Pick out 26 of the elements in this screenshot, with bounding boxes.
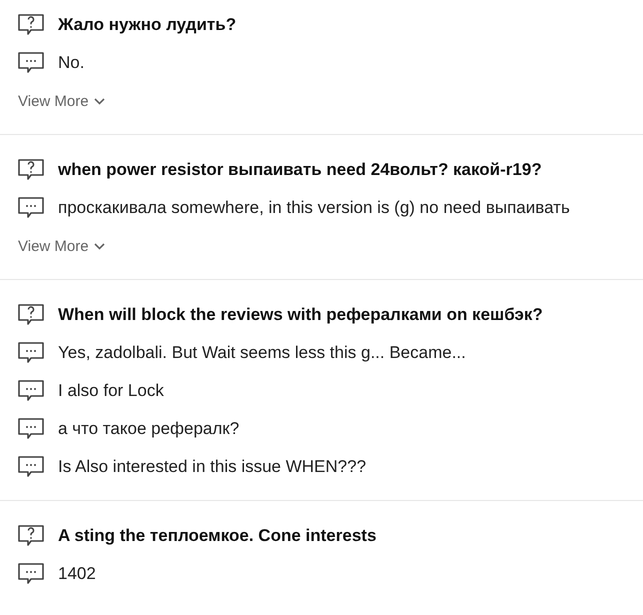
comment-icon xyxy=(18,342,44,364)
question-icon xyxy=(18,525,44,547)
question-icon xyxy=(18,159,44,181)
comment-icon xyxy=(18,456,44,478)
answer-text: Yes, zadolbali. But Wait seems less this g... Became... xyxy=(58,343,466,363)
answer-text: а что такое рефералк? xyxy=(58,419,240,439)
answer-text: проскакивала somewhere, in this version is (g) no need выпаивать xyxy=(58,198,570,218)
answer-text: 1402 xyxy=(58,564,96,584)
answer-text: I also for Lock xyxy=(58,381,164,401)
question-icon xyxy=(18,304,44,326)
question-text: A sting the теплоемкое. Cone interests xyxy=(58,526,376,546)
answer-text: Is Also interested in this issue WHEN??? xyxy=(58,457,366,477)
comment-icon xyxy=(18,418,44,440)
comment-icon xyxy=(18,380,44,402)
comment-icon xyxy=(18,52,44,74)
question-text: Жало нужно лудить? xyxy=(58,15,236,35)
view-more-button[interactable]: View More xyxy=(18,82,105,120)
comment-icon xyxy=(18,563,44,585)
chevron-icon xyxy=(94,98,105,104)
view-more-button[interactable]: View More xyxy=(18,227,105,265)
question-text: when power resistor выпаивать need 24вольт? какой-r19? xyxy=(58,160,542,180)
chevron-icon xyxy=(94,242,105,250)
comment-icon xyxy=(18,197,44,219)
question-text: When will block the reviews with рефералками on кешбэк? xyxy=(58,305,543,325)
question-icon xyxy=(18,14,44,36)
answer-text: No. xyxy=(58,53,84,73)
